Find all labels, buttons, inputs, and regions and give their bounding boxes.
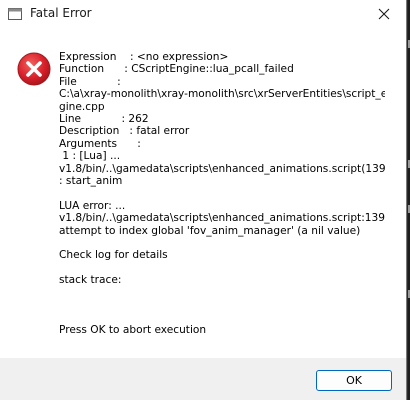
message-line: attempt to index global 'fov_anim_manage… — [59, 224, 361, 237]
message-line: Press OK to abort execution — [59, 323, 207, 336]
app-window-icon — [8, 8, 22, 20]
message-line: Description : fatal error — [59, 125, 190, 138]
message-line: Function : CScriptEngine::lua_pcall_fail… — [59, 63, 294, 76]
message-line: stack trace: — [59, 274, 122, 287]
message-line: v1.8/bin/..\gamedata\scripts\enhanced_an… — [59, 212, 385, 225]
message-line: gine.cpp — [59, 100, 105, 113]
title-bar[interactable]: Fatal Error — [0, 0, 406, 28]
message-line: File : — [59, 75, 121, 88]
ok-button[interactable]: OK — [316, 370, 392, 391]
message-line: LUA error: ... — [59, 199, 126, 212]
message-line — [59, 187, 385, 199]
message-line: C:\a\xray-monolith\xray-monolith\src\xrS… — [59, 88, 385, 101]
close-icon — [378, 8, 390, 20]
error-x-icon — [17, 52, 51, 86]
message-line — [59, 287, 385, 299]
message-line: v1.8/bin/..\gamedata\scripts\enhanced_an… — [59, 162, 385, 175]
message-line: Check log for details — [59, 249, 168, 262]
message-line: Expression : <no expression> — [59, 51, 229, 63]
message-line — [59, 311, 385, 323]
dialog-body: Expression : <no expression> Function : C… — [0, 28, 406, 358]
message-line: Line : 262 — [59, 113, 149, 126]
error-message: Expression : <no expression> Function : C… — [59, 51, 385, 336]
close-button[interactable] — [362, 0, 406, 28]
fatal-error-dialog: Fatal Error Expression : <no expression>… — [0, 0, 407, 400]
window-title: Fatal Error — [30, 6, 92, 20]
message-line — [59, 237, 385, 249]
message-line: Arguments : — [59, 137, 141, 150]
button-bar: OK — [0, 358, 406, 400]
message-line: 1 : [Lua] ... — [59, 150, 121, 163]
message-line — [59, 299, 385, 311]
message-line: : start_anim — [59, 175, 123, 188]
message-line — [59, 262, 385, 274]
